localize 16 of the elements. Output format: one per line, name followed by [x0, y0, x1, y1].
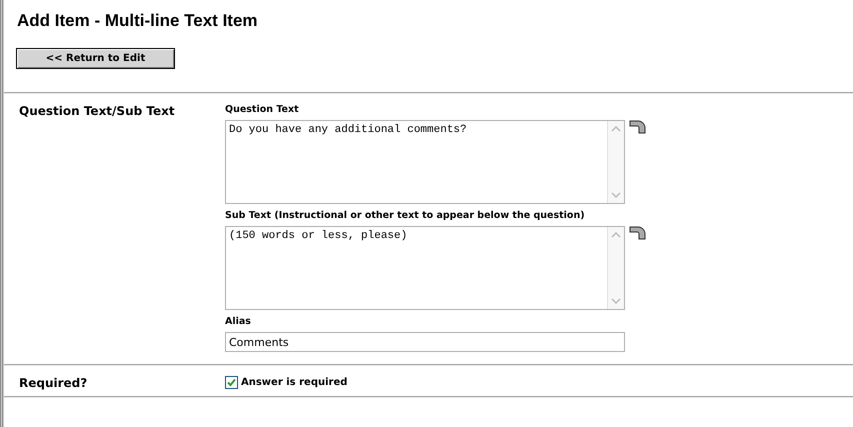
section-label: Required?	[18, 376, 88, 390]
section-label: Question Text/Sub Text	[18, 104, 176, 120]
pipe-icon[interactable]	[629, 226, 646, 240]
scrollbar[interactable]	[607, 227, 624, 309]
field-label: Sub Text (Instructional or other text to appear below the question)	[225, 210, 586, 221]
text-area[interactable]: (150 words or less, please)	[225, 226, 625, 310]
alias-field[interactable]: Comments	[225, 332, 625, 352]
field-label: Alias	[225, 316, 252, 327]
checkbox-label: Answer is required	[241, 377, 348, 388]
pipe-icon[interactable]	[629, 120, 646, 134]
return-button[interactable]: << Return to Edit	[16, 48, 175, 69]
text-area[interactable]: Do you have any additional comments?	[225, 120, 625, 204]
checkbox[interactable]	[225, 376, 238, 389]
scrollbar[interactable]	[607, 121, 624, 203]
field-label: Question Text	[225, 104, 300, 115]
page-title: Add Item - Multi-line Text Item	[17, 11, 259, 31]
